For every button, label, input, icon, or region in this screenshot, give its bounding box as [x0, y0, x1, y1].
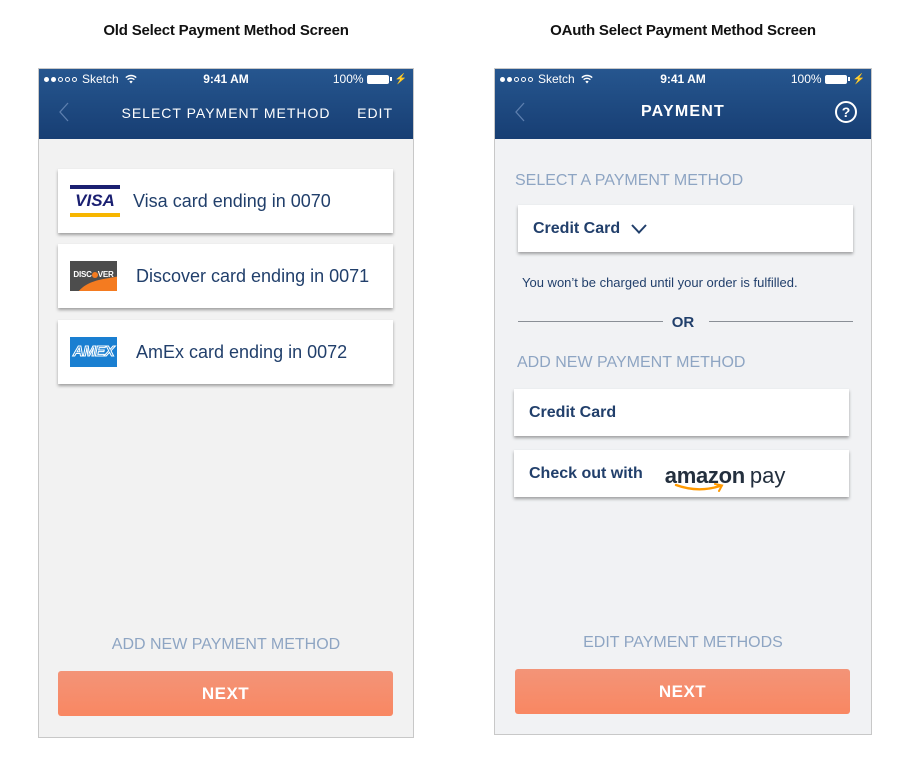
next-button[interactable]: NEXT — [58, 671, 393, 716]
nav-bar: SELECT PAYMENT METHOD EDIT — [39, 93, 413, 133]
battery-icon — [824, 74, 847, 84]
saved-card-amex[interactable]: AMEX AmEx card ending in 0072 — [58, 320, 393, 384]
caption-oauth-screen: OAuth Select Payment Method Screen — [550, 22, 816, 39]
old-payment-screen: Sketch 9:41 AM 100% ⚡ SELECT PAYMENT MET… — [38, 68, 414, 738]
battery-tip — [847, 77, 850, 81]
or-separator: OR — [671, 314, 695, 331]
visa-logo-icon: VISA — [70, 185, 120, 217]
status-bar: Sketch 9:41 AM 100% ⚡ — [39, 72, 413, 88]
charging-bolt-icon: ⚡ — [394, 73, 407, 85]
saved-card-visa[interactable]: VISA Visa card ending in 0070 — [58, 169, 393, 233]
amazon-pay-option[interactable]: Check out with amazon pay — [514, 450, 849, 497]
oauth-payment-screen: Sketch 9:41 AM 100% ⚡ PAYMENT ? SELECT A… — [494, 68, 872, 735]
charging-bolt-icon: ⚡ — [852, 73, 865, 85]
nav-bar: PAYMENT ? — [495, 93, 871, 133]
battery-icon — [366, 74, 389, 84]
battery-percent: 100% — [790, 72, 822, 86]
battery-tip — [389, 77, 392, 81]
chevron-down-icon — [631, 223, 647, 234]
status-bar: Sketch 9:41 AM 100% ⚡ — [495, 72, 871, 88]
page-title: PAYMENT — [641, 103, 725, 120]
next-button[interactable]: NEXT — [515, 669, 850, 714]
caption-old-screen: Old Select Payment Method Screen — [103, 22, 349, 39]
checkout-with-label: Check out with — [529, 464, 643, 482]
amex-logo-icon: AMEX — [70, 337, 117, 367]
add-credit-card-option[interactable]: Credit Card — [514, 389, 849, 436]
discover-logo-icon: DISC VER — [70, 261, 117, 291]
nav-header: Sketch 9:41 AM 100% ⚡ PAYMENT ? — [495, 69, 871, 139]
battery-percent: 100% — [332, 72, 364, 86]
amazon-pay-logo: amazon pay — [665, 459, 786, 492]
payment-method-dropdown[interactable]: Credit Card — [518, 205, 853, 252]
charge-notice: You won’t be charged until your order is… — [522, 275, 798, 290]
help-icon[interactable]: ? — [835, 101, 857, 123]
pay-wordmark: pay — [749, 462, 786, 488]
edit-payment-methods-link[interactable]: EDIT PAYMENT METHODS — [495, 634, 871, 652]
battery-indicator: 100% ⚡ — [333, 72, 407, 86]
nav-header: Sketch 9:41 AM 100% ⚡ SELECT PAYMENT MET… — [39, 69, 413, 139]
selected-method-label: Credit Card — [533, 219, 621, 237]
battery-indicator: 100% ⚡ — [791, 72, 865, 86]
credit-card-label: Credit Card — [529, 403, 617, 421]
card-label: AmEx card ending in 0072 — [136, 341, 348, 362]
divider-right — [709, 321, 853, 322]
add-payment-method-link[interactable]: ADD NEW PAYMENT METHOD — [39, 636, 413, 654]
edit-button[interactable]: EDIT — [357, 105, 393, 121]
saved-card-discover[interactable]: DISC VER Discover card ending in 0071 — [58, 244, 393, 308]
amazon-smile-arrow-icon — [674, 482, 724, 492]
card-label: Discover card ending in 0071 — [136, 265, 370, 286]
card-label: Visa card ending in 0070 — [133, 190, 331, 211]
add-method-heading: ADD NEW PAYMENT METHOD — [517, 354, 746, 371]
select-method-heading: SELECT A PAYMENT METHOD — [515, 172, 744, 189]
